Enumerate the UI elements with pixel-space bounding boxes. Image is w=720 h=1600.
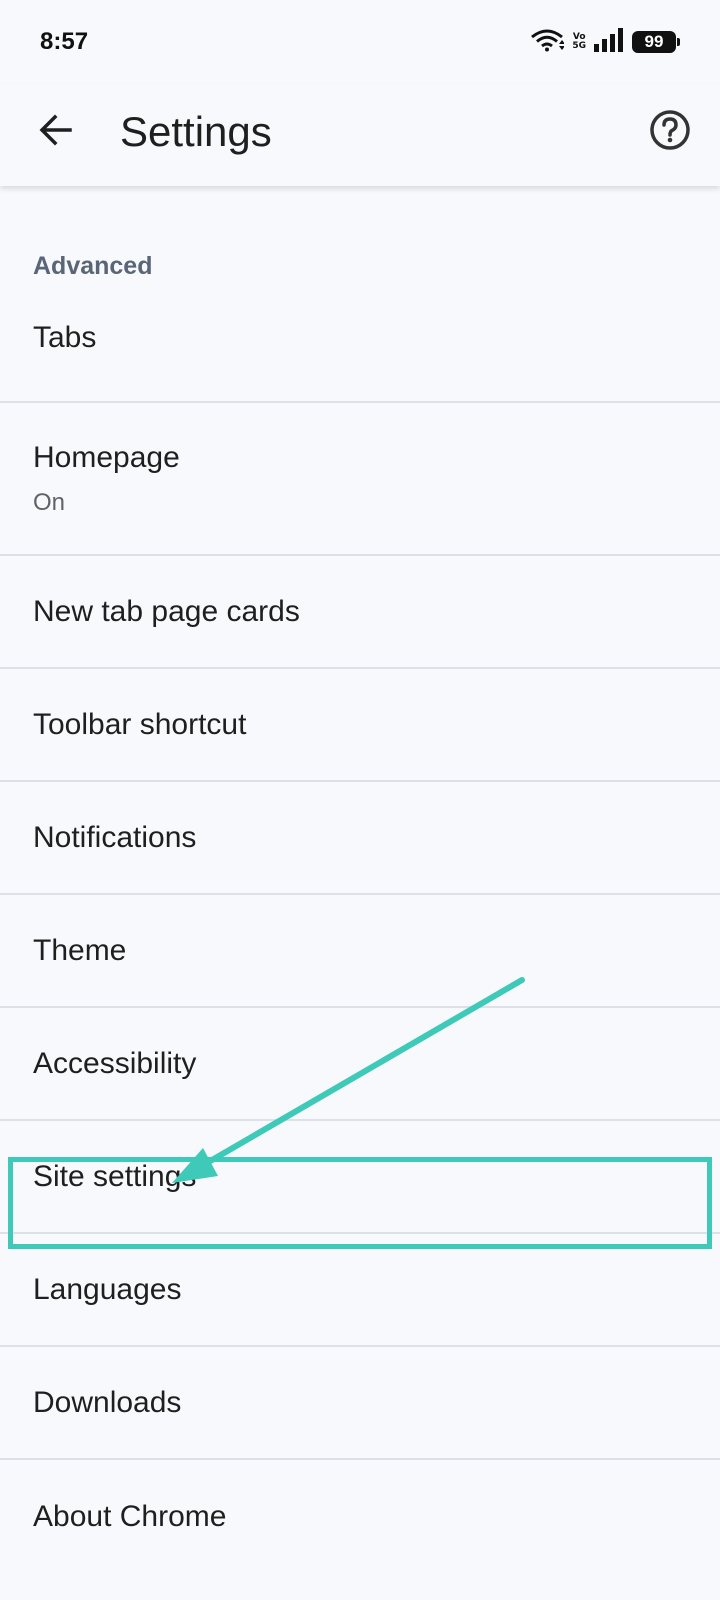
cellular-signal-icon bbox=[594, 27, 624, 57]
settings-item-label: Downloads bbox=[33, 1385, 182, 1419]
status-icons: Vo 5G 99 bbox=[530, 27, 680, 57]
status-time: 8:57 bbox=[40, 28, 89, 55]
settings-list: Advanced Tabs Homepage On New tab page c… bbox=[0, 186, 720, 1573]
settings-item-about-chrome[interactable]: About Chrome bbox=[0, 1460, 720, 1573]
settings-item-label: Theme bbox=[33, 933, 127, 967]
help-circle-icon bbox=[649, 109, 691, 156]
arrow-left-icon bbox=[38, 112, 74, 153]
settings-item-site-settings[interactable]: Site settings bbox=[0, 1121, 720, 1234]
settings-item-label: New tab page cards bbox=[33, 594, 300, 628]
settings-item-theme[interactable]: Theme bbox=[0, 895, 720, 1008]
settings-item-homepage[interactable]: Homepage On bbox=[0, 403, 720, 556]
settings-item-languages[interactable]: Languages bbox=[0, 1234, 720, 1347]
settings-item-downloads[interactable]: Downloads bbox=[0, 1347, 720, 1460]
help-button[interactable] bbox=[644, 106, 696, 158]
settings-item-notifications[interactable]: Notifications bbox=[0, 782, 720, 895]
settings-item-label: Accessibility bbox=[33, 1046, 197, 1080]
settings-item-label: Notifications bbox=[33, 820, 197, 854]
settings-item-label: Languages bbox=[33, 1272, 182, 1306]
settings-item-label: Homepage bbox=[33, 440, 180, 474]
app-bar: Settings bbox=[0, 84, 720, 186]
settings-item-label: Site settings bbox=[33, 1159, 197, 1193]
back-button[interactable] bbox=[30, 106, 82, 158]
settings-item-tabs[interactable]: Tabs bbox=[0, 274, 720, 403]
settings-item-label: About Chrome bbox=[33, 1499, 227, 1533]
settings-item-toolbar-shortcut[interactable]: Toolbar shortcut bbox=[0, 669, 720, 782]
settings-item-summary: On bbox=[33, 488, 66, 516]
settings-item-label: Tabs bbox=[33, 320, 97, 354]
page-title: Settings bbox=[120, 108, 272, 155]
status-bar: 8:57 Vo 5G 99 bbox=[0, 0, 720, 84]
volte-icon: Vo 5G bbox=[572, 33, 586, 51]
battery-icon: 99 bbox=[632, 31, 680, 53]
network-type-label: 5G bbox=[572, 41, 586, 51]
settings-item-label: Toolbar shortcut bbox=[33, 707, 247, 741]
settings-item-new-tab-page-cards[interactable]: New tab page cards bbox=[0, 556, 720, 669]
wifi-icon bbox=[530, 28, 566, 57]
settings-item-accessibility[interactable]: Accessibility bbox=[0, 1008, 720, 1121]
